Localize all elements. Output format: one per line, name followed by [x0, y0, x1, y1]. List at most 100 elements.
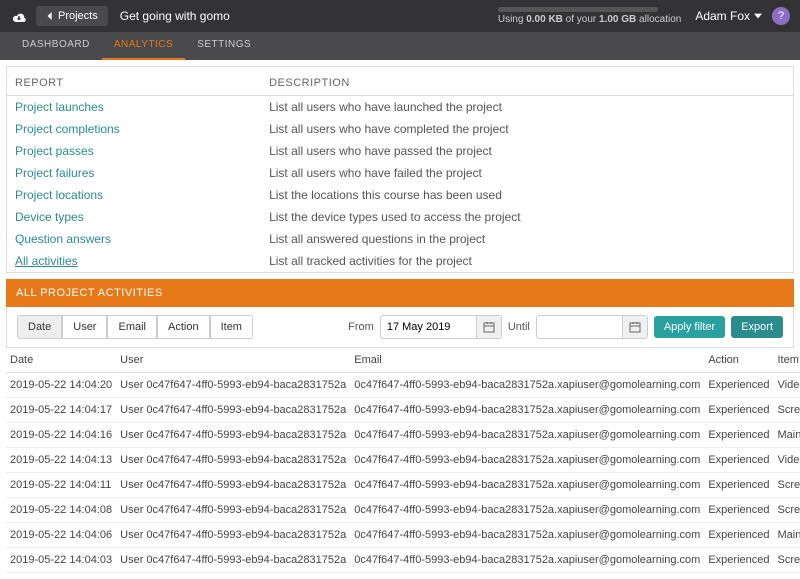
cell-date: 2019-05-22 14:04:08	[6, 498, 116, 523]
filters-bar: Date User Email Action Item From Until A…	[6, 307, 794, 348]
from-calendar-button[interactable]	[476, 316, 501, 338]
reports-header-description: DESCRIPTION	[269, 77, 785, 89]
until-date-input[interactable]	[537, 318, 622, 336]
calendar-icon	[483, 321, 495, 333]
report-description: List the locations this course has been …	[269, 188, 785, 202]
project-title: Get going with gomo	[120, 9, 230, 23]
cell-action: Experienced	[704, 548, 773, 573]
cell-item: Screen 1	[774, 498, 800, 523]
cell-email: 0c47f647-4ff0-5993-eb94-baca2831752a.xap…	[350, 398, 704, 423]
until-calendar-button[interactable]	[622, 316, 647, 338]
report-row: Project completionsList all users who ha…	[7, 118, 793, 140]
filter-tab-item[interactable]: Item	[210, 315, 253, 339]
cell-user: User 0c47f647-4ff0-5993-eb94-baca2831752…	[116, 448, 350, 473]
calendar-icon	[629, 321, 641, 333]
cell-action: Experienced	[704, 473, 773, 498]
table-row: 2019-05-22 14:04:13User 0c47f647-4ff0-59…	[6, 448, 800, 473]
report-link[interactable]: Project locations	[15, 188, 269, 202]
cell-action: Experienced	[704, 373, 773, 398]
topbar: Projects Get going with gomo Using 0.00 …	[0, 0, 800, 32]
cell-user: User 0c47f647-4ff0-5993-eb94-baca2831752…	[116, 548, 350, 573]
filter-tabs: Date User Email Action Item	[17, 315, 253, 339]
cell-user: User 0c47f647-4ff0-5993-eb94-baca2831752…	[116, 373, 350, 398]
report-link[interactable]: Project passes	[15, 144, 269, 158]
tab-analytics[interactable]: ANALYTICS	[102, 32, 185, 60]
report-description: List all users who have passed the proje…	[269, 144, 785, 158]
projects-button[interactable]: Projects	[36, 6, 108, 26]
allocation-display: Using 0.00 KB of your 1.00 GB allocation	[498, 7, 681, 25]
cell-email: 0c47f647-4ff0-5993-eb94-baca2831752a.xap…	[350, 423, 704, 448]
table-row: 2019-05-22 14:04:06User 0c47f647-4ff0-59…	[6, 523, 800, 548]
filter-tab-date[interactable]: Date	[17, 315, 62, 339]
cell-action: Experienced	[704, 523, 773, 548]
tab-settings[interactable]: SETTINGS	[185, 32, 263, 60]
cell-user: User 0c47f647-4ff0-5993-eb94-baca2831752…	[116, 473, 350, 498]
report-row: Question answersList all answered questi…	[7, 228, 793, 250]
cell-date: 2019-05-22 14:04:11	[6, 473, 116, 498]
cell-email: 0c47f647-4ff0-5993-eb94-baca2831752a.xap…	[350, 523, 704, 548]
cell-action: Experienced	[704, 398, 773, 423]
filter-tab-user[interactable]: User	[62, 315, 107, 339]
help-button[interactable]: ?	[772, 7, 790, 25]
chevron-left-icon	[46, 12, 54, 20]
until-date-group	[536, 315, 648, 339]
col-item: Item	[774, 348, 800, 373]
report-link[interactable]: Question answers	[15, 232, 269, 246]
report-link[interactable]: All activities	[15, 254, 269, 268]
tab-dashboard[interactable]: DASHBOARD	[10, 32, 102, 60]
from-label: From	[348, 321, 374, 333]
until-label: Until	[508, 321, 530, 333]
report-link[interactable]: Project launches	[15, 100, 269, 114]
report-row: Project locationsList the locations this…	[7, 184, 793, 206]
table-row: 2019-05-22 14:04:16User 0c47f647-4ff0-59…	[6, 423, 800, 448]
col-date: Date	[6, 348, 116, 373]
cell-date: 2019-05-22 14:04:17	[6, 398, 116, 423]
reports-panel: REPORT DESCRIPTION Project launchesList …	[6, 66, 794, 273]
from-date-group	[380, 315, 502, 339]
table-row: 2019-05-22 14:04:17User 0c47f647-4ff0-59…	[6, 398, 800, 423]
table-row: 2019-05-22 14:04:08User 0c47f647-4ff0-59…	[6, 498, 800, 523]
report-description: List all answered questions in the proje…	[269, 232, 785, 246]
report-description: List the device types used to access the…	[269, 210, 785, 224]
cell-email: 0c47f647-4ff0-5993-eb94-baca2831752a.xap…	[350, 498, 704, 523]
table-row: 2019-05-22 14:04:11User 0c47f647-4ff0-59…	[6, 473, 800, 498]
chevron-down-icon	[754, 13, 762, 19]
cell-date: 2019-05-22 14:04:06	[6, 523, 116, 548]
cell-date: 2019-05-22 14:04:03	[6, 548, 116, 573]
cell-user: User 0c47f647-4ff0-5993-eb94-baca2831752…	[116, 523, 350, 548]
activities-table: Date User Email Action Item Misc 2019-05…	[6, 348, 800, 573]
report-row: Project launchesList all users who have …	[7, 96, 793, 118]
cell-email: 0c47f647-4ff0-5993-eb94-baca2831752a.xap…	[350, 473, 704, 498]
cell-user: User 0c47f647-4ff0-5993-eb94-baca2831752…	[116, 498, 350, 523]
report-link[interactable]: Device types	[15, 210, 269, 224]
report-row: All activitiesList all tracked activitie…	[7, 250, 793, 272]
from-date-input[interactable]	[381, 318, 476, 336]
table-row: 2019-05-22 14:04:03User 0c47f647-4ff0-59…	[6, 548, 800, 573]
filter-tab-action[interactable]: Action	[157, 315, 210, 339]
projects-label: Projects	[58, 10, 98, 22]
cell-user: User 0c47f647-4ff0-5993-eb94-baca2831752…	[116, 423, 350, 448]
user-name: Adam Fox	[695, 9, 750, 23]
report-description: List all users who have launched the pro…	[269, 100, 785, 114]
table-row: 2019-05-22 14:04:20User 0c47f647-4ff0-59…	[6, 373, 800, 398]
filter-tab-email[interactable]: Email	[107, 315, 157, 339]
user-menu[interactable]: Adam Fox	[695, 9, 762, 23]
cell-item: Video	[774, 448, 800, 473]
report-row: Device typesList the device types used t…	[7, 206, 793, 228]
col-user: User	[116, 348, 350, 373]
cell-email: 0c47f647-4ff0-5993-eb94-baca2831752a.xap…	[350, 448, 704, 473]
report-link[interactable]: Project completions	[15, 122, 269, 136]
cell-item: Main menu	[774, 523, 800, 548]
report-link[interactable]: Project failures	[15, 166, 269, 180]
reports-header-report: REPORT	[15, 77, 269, 89]
export-button[interactable]: Export	[731, 316, 783, 338]
tab-bar: DASHBOARD ANALYTICS SETTINGS	[0, 32, 800, 60]
report-row: Project passesList all users who have pa…	[7, 140, 793, 162]
apply-filter-button[interactable]: Apply filter	[654, 316, 725, 338]
section-title: ALL PROJECT ACTIVITIES	[6, 279, 794, 307]
cloud-icon	[10, 9, 28, 23]
cell-item: Main menu	[774, 423, 800, 448]
allocation-bar	[498, 7, 658, 12]
report-description: List all users who have failed the proje…	[269, 166, 785, 180]
cell-item: Screen 1	[774, 473, 800, 498]
